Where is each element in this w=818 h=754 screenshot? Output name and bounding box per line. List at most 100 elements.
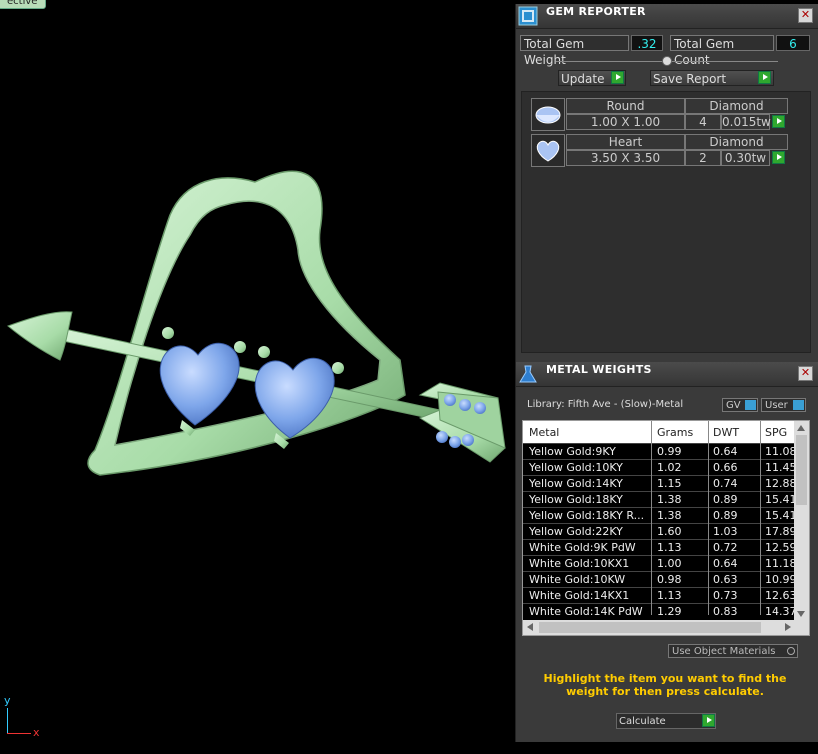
metal-name: Yellow Gold:9KY xyxy=(529,445,616,458)
table-row[interactable]: Yellow Gold:22KY 1.60 1.03 17.89 xyxy=(523,523,795,540)
spg-value: 10.99 xyxy=(765,573,795,586)
use-object-materials-toggle[interactable]: Use Object Materials xyxy=(668,644,798,658)
user-toggle[interactable]: User xyxy=(761,398,806,412)
table-row[interactable]: White Gold:10KX1 1.00 0.64 11.18 xyxy=(523,555,795,572)
table-horizontal-scrollbar[interactable] xyxy=(523,620,809,635)
spg-value: 12.88 xyxy=(765,477,795,490)
table-row[interactable]: Yellow Gold:18KY 1.38 0.89 15.41 xyxy=(523,491,795,508)
grams-value: 1.02 xyxy=(657,461,682,474)
spg-value: 11.08 xyxy=(765,445,795,458)
dwt-value: 0.74 xyxy=(713,477,738,490)
dwt-value: 0.89 xyxy=(713,509,738,522)
update-play-icon[interactable] xyxy=(611,71,624,84)
axis-y-label: y xyxy=(4,694,11,707)
metal-name: Yellow Gold:18KY xyxy=(529,493,623,506)
metal-name: White Gold:10KW xyxy=(529,573,626,586)
table-row[interactable]: Yellow Gold:9KY 0.99 0.64 11.08 xyxy=(523,443,795,460)
metal-table-header: Metal Grams DWT SPG xyxy=(523,421,795,443)
spg-value: 15.41 xyxy=(765,493,795,506)
grams-value: 1.13 xyxy=(657,541,682,554)
dwt-value: 0.73 xyxy=(713,589,738,602)
col-metal[interactable]: Metal xyxy=(529,426,559,439)
save-report-play-icon[interactable] xyxy=(758,71,771,84)
dwt-value: 0.64 xyxy=(713,445,738,458)
spg-value: 12.59 xyxy=(765,541,795,554)
gem-size: 3.50 X 3.50 xyxy=(566,150,685,166)
3d-viewport[interactable]: ective y x xyxy=(0,0,515,754)
metal-weights-panel: METAL WEIGHTS ✕ Library: Fifth Ave - (Sl… xyxy=(515,362,818,742)
total-gem-count-label: Total Gem Count xyxy=(670,35,774,67)
dwt-value: 0.63 xyxy=(713,573,738,586)
table-row[interactable]: Yellow Gold:10KY 1.02 0.66 11.45 xyxy=(523,459,795,476)
grams-value: 0.98 xyxy=(657,573,682,586)
table-row[interactable]: Yellow Gold:18KY R... 1.38 0.89 15.41 xyxy=(523,507,795,524)
gem-row[interactable]: Heart Diamond 3.50 X 3.50 2 0.30tw xyxy=(531,134,803,167)
calculate-play-icon[interactable] xyxy=(702,714,715,727)
metal-table[interactable]: Metal Grams DWT SPG Yellow Gold:9KY 0.99 0… xyxy=(522,420,810,636)
table-row[interactable]: White Gold:14KX1 1.13 0.73 12.63 xyxy=(523,587,795,604)
user-toggle-icon xyxy=(793,400,804,410)
heart-gem-icon xyxy=(531,134,565,167)
grams-value: 1.38 xyxy=(657,493,682,506)
gem-select-play-icon[interactable] xyxy=(772,151,785,164)
library-label: Library: Fifth Ave - (Slow)-Metal xyxy=(527,399,684,410)
metal-name: White Gold:14K PdW xyxy=(529,605,643,618)
table-row[interactable]: Yellow Gold:14KY 1.15 0.74 12.88 xyxy=(523,475,795,492)
calculate-button[interactable]: Calculate xyxy=(616,713,716,729)
gem-count: 2 xyxy=(685,150,721,166)
table-row[interactable]: White Gold:10KW 0.98 0.63 10.99 xyxy=(523,571,795,588)
gem-shape: Round xyxy=(566,98,685,114)
use-object-materials-label: Use Object Materials xyxy=(672,646,776,657)
grams-value: 1.60 xyxy=(657,525,682,538)
gem-weight: 0.015tw xyxy=(721,114,771,130)
spg-value: 17.89 xyxy=(765,525,795,538)
gv-toggle[interactable]: GV xyxy=(722,398,758,412)
spg-value: 14.37 xyxy=(765,605,795,618)
splitter-handle-icon[interactable] xyxy=(662,56,672,66)
gem-select-play-icon[interactable] xyxy=(772,115,785,128)
grams-value: 1.29 xyxy=(657,605,682,618)
col-spg[interactable]: SPG xyxy=(765,426,787,439)
total-gem-weight-value: .32 xyxy=(631,35,663,51)
dwt-value: 1.03 xyxy=(713,525,738,538)
grams-value: 1.13 xyxy=(657,589,682,602)
metal-name: Yellow Gold:10KY xyxy=(529,461,623,474)
gem-reporter-titlebar[interactable]: GEM REPORTER ✕ xyxy=(516,4,818,29)
col-dwt[interactable]: DWT xyxy=(713,426,739,439)
col-separator xyxy=(708,421,709,615)
use-object-materials-icon xyxy=(787,647,795,655)
scroll-thumb[interactable] xyxy=(796,435,807,505)
metal-name: White Gold:9K PdW xyxy=(529,541,636,554)
grams-value: 1.00 xyxy=(657,557,682,570)
metal-weights-close-icon[interactable]: ✕ xyxy=(798,366,813,381)
gem-type: Diamond xyxy=(685,98,788,114)
gem-reporter-title: GEM REPORTER xyxy=(546,5,646,18)
table-row[interactable]: White Gold:9K PdW 1.13 0.72 12.59 xyxy=(523,539,795,556)
scroll-right-icon[interactable] xyxy=(785,623,791,631)
spg-value: 11.45 xyxy=(765,461,795,474)
col-grams[interactable]: Grams xyxy=(657,426,693,439)
round-gem-icon xyxy=(531,98,565,131)
scroll-up-icon[interactable] xyxy=(797,425,805,431)
dwt-value: 0.66 xyxy=(713,461,738,474)
dwt-value: 0.89 xyxy=(713,493,738,506)
gem-weight: 0.30tw xyxy=(721,150,770,166)
metal-weights-title: METAL WEIGHTS xyxy=(546,363,652,376)
instruction-text: Highlight the item you want to find the … xyxy=(543,672,787,698)
dwt-value: 0.72 xyxy=(713,541,738,554)
gem-reporter-close-icon[interactable]: ✕ xyxy=(798,8,813,23)
gem-type: Diamond xyxy=(685,134,788,150)
hscroll-thumb[interactable] xyxy=(539,622,761,633)
table-row[interactable]: White Gold:14K PdW 1.29 0.83 14.37 xyxy=(523,603,795,620)
table-vertical-scrollbar[interactable] xyxy=(794,421,809,621)
gem-list: Round Diamond 1.00 X 1.00 4 0.015tw Hear… xyxy=(521,91,811,353)
dwt-value: 0.83 xyxy=(713,605,738,618)
gv-label: GV xyxy=(726,400,741,411)
scroll-down-icon[interactable] xyxy=(797,611,805,617)
gem-row[interactable]: Round Diamond 1.00 X 1.00 4 0.015tw xyxy=(531,98,803,131)
scroll-left-icon[interactable] xyxy=(527,623,533,631)
gem-size: 1.00 X 1.00 xyxy=(566,114,685,130)
metal-weights-titlebar[interactable]: METAL WEIGHTS ✕ xyxy=(516,362,818,387)
save-report-button[interactable]: Save Report xyxy=(650,70,774,86)
metal-name: Yellow Gold:22KY xyxy=(529,525,623,538)
